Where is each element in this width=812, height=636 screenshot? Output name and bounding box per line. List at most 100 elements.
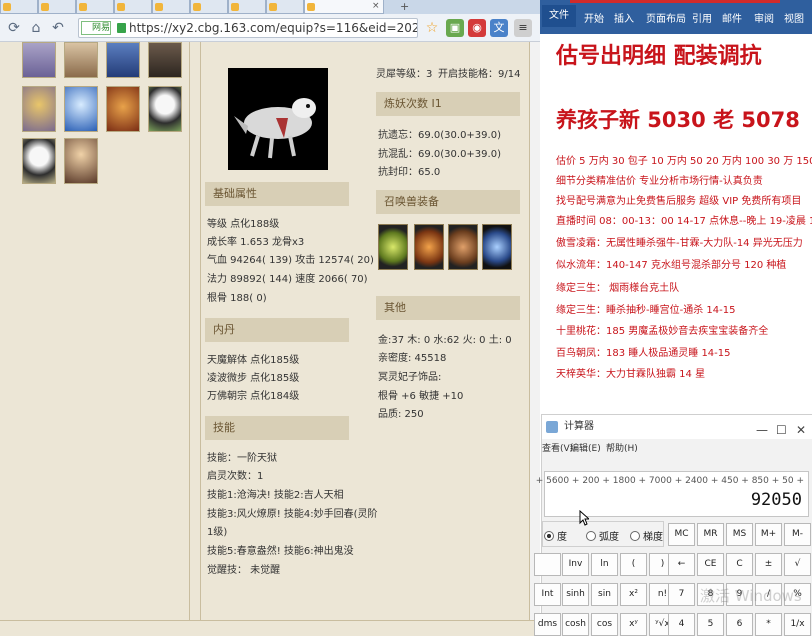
pet-extra-column: 灵犀等级：3 开启技能格：9/14 炼妖次数 I1 抗遗忘：69.0(30.0+… <box>368 42 530 620</box>
page-favicon-icon <box>307 3 315 11</box>
undo-close-icon[interactable]: ↶ <box>50 20 66 36</box>
star-icon[interactable]: ☆ <box>424 20 440 36</box>
pet-avatar[interactable] <box>148 86 182 132</box>
key-blank[interactable] <box>534 553 561 576</box>
key-sinh[interactable]: sinh <box>562 583 589 606</box>
key-5[interactable]: 5 <box>697 613 724 636</box>
calculator-expression: + 5600 + 200 + 1800 + 7000 + 2400 + 450 … <box>535 476 804 486</box>
page-content: 基础属性 等级 点化188级 成长率 1.653 龙骨x3 气血 94264( … <box>0 42 540 636</box>
page-favicon-icon <box>3 3 11 11</box>
equip-slot[interactable] <box>378 224 408 270</box>
pet-avatar[interactable] <box>106 86 140 132</box>
key-multiply[interactable]: * <box>755 613 782 636</box>
doc-line: 傲雪凌霜：无属性睡杀强牛-甘霖-大力队-14 异光无压力 <box>556 238 803 249</box>
equip-slot[interactable] <box>482 224 512 270</box>
ribbon-tab-insert[interactable]: 插入 <box>614 10 634 25</box>
browser-tab[interactable] <box>190 0 228 14</box>
key-ms[interactable]: MS <box>726 523 753 546</box>
key-square[interactable]: x² <box>620 583 647 606</box>
stat-line: 成长率 1.653 龙骨x3 <box>207 237 305 248</box>
pet-avatar[interactable] <box>22 42 56 78</box>
url-text[interactable]: https://xy2.cbg.163.com/equip?s=116&eid=… <box>129 21 417 36</box>
calculator-titlebar: 计算器 — ☐ ✕ <box>542 415 812 439</box>
menu-view[interactable]: 查看(V) <box>542 441 573 454</box>
key-plus-minus[interactable]: ± <box>755 553 782 576</box>
ribbon-tab-layout[interactable]: 页面布局 <box>646 10 686 25</box>
key-power[interactable]: xʸ <box>620 613 647 636</box>
ribbon-tab-home[interactable]: 开始 <box>584 10 604 25</box>
skill-line: 技能1:沧海决! 技能2:吉人天相 <box>207 490 344 501</box>
radio-gradian[interactable]: 梯度 <box>630 528 663 543</box>
radio-degree[interactable]: 度 <box>544 528 567 543</box>
key-sqrt[interactable]: √ <box>784 553 811 576</box>
pet-avatar[interactable] <box>64 138 98 184</box>
key-ln[interactable]: ln <box>591 553 618 576</box>
browser-tab[interactable] <box>0 0 38 14</box>
pet-avatar[interactable] <box>64 42 98 78</box>
home-icon[interactable]: ⌂ <box>28 20 44 36</box>
refresh-icon[interactable]: ⟳ <box>6 20 22 36</box>
key-reciprocal[interactable]: 1/x <box>784 613 811 636</box>
browser-tab[interactable] <box>114 0 152 14</box>
page-favicon-icon <box>155 3 163 11</box>
ribbon-tab-references[interactable]: 引用 <box>692 10 712 25</box>
key-ce[interactable]: CE <box>697 553 724 576</box>
pet-avatar[interactable] <box>64 86 98 132</box>
ribbon-tab-mailings[interactable]: 邮件 <box>722 10 742 25</box>
ribbon-tab-view[interactable]: 视图 <box>784 10 804 25</box>
radio-radian[interactable]: 弧度 <box>586 528 619 543</box>
section-header-skills: 技能 <box>205 416 349 440</box>
page-favicon-icon <box>193 3 201 11</box>
skill-line: 技能5:春意盎然! 技能6:神出鬼没 <box>207 546 354 557</box>
browser-tab[interactable] <box>152 0 190 14</box>
new-tab-icon[interactable]: + <box>400 0 409 13</box>
key-m-plus[interactable]: M+ <box>755 523 782 546</box>
resist-line: 抗遗忘：69.0(30.0+39.0) <box>378 130 501 141</box>
game-extension-icon[interactable]: ◉ <box>468 19 486 37</box>
address-bar[interactable]: 网易 https://xy2.cbg.163.com/equip?s=116&e… <box>78 18 418 38</box>
pet-avatar[interactable] <box>22 138 56 184</box>
file-tab[interactable]: 文件 <box>542 5 576 27</box>
equip-slot[interactable] <box>448 224 478 270</box>
equip-slot[interactable] <box>414 224 444 270</box>
key-backspace[interactable]: ← <box>668 553 695 576</box>
extension-icon[interactable]: ▣ <box>446 19 464 37</box>
key-7[interactable]: 7 <box>668 583 695 606</box>
browser-tab[interactable] <box>76 0 114 14</box>
key-mr[interactable]: MR <box>697 523 724 546</box>
ribbon-tab-review[interactable]: 审阅 <box>754 10 774 25</box>
key-m-minus[interactable]: M- <box>784 523 811 546</box>
key-c[interactable]: C <box>726 553 753 576</box>
browser-tab[interactable] <box>266 0 304 14</box>
document-body[interactable]: 估号出明细 配装调抗 养孩子新 5030 老 5078 估价 5 万内 30 包… <box>540 34 812 414</box>
radio-empty-icon <box>586 531 596 541</box>
key-mc[interactable]: MC <box>668 523 695 546</box>
menu-edit[interactable]: 编辑(E) <box>570 441 601 454</box>
key-dms[interactable]: dms <box>534 613 561 636</box>
calculator-icon <box>546 421 558 433</box>
browser-tab[interactable] <box>228 0 266 14</box>
key-open-paren[interactable]: ( <box>620 553 647 576</box>
pet-avatar[interactable] <box>106 42 140 78</box>
resist-line: 抗混乱：69.0(30.0+39.0) <box>378 149 501 160</box>
menu-icon[interactable]: ≡ <box>514 19 532 37</box>
close-tab-icon[interactable]: × <box>372 1 380 11</box>
menu-help[interactable]: 帮助(H) <box>606 441 638 454</box>
section-header-inner: 内丹 <box>205 318 349 342</box>
browser-tab[interactable] <box>38 0 76 14</box>
resist-line: 抗封印：65.0 <box>378 167 441 178</box>
key-cosh[interactable]: cosh <box>562 613 589 636</box>
calculator-result: 92050 <box>750 490 802 510</box>
translate-extension-icon[interactable]: 文 <box>490 19 508 37</box>
key-sin[interactable]: sin <box>591 583 618 606</box>
page-favicon-icon <box>231 3 239 11</box>
key-4[interactable]: 4 <box>668 613 695 636</box>
key-inv[interactable]: Inv <box>562 553 589 576</box>
doc-line: 估价 5 万内 30 包子 10 万内 50 20 万内 100 30 万 15… <box>556 156 812 167</box>
key-cos[interactable]: cos <box>591 613 618 636</box>
key-int[interactable]: Int <box>534 583 561 606</box>
pet-avatar[interactable] <box>148 42 182 78</box>
pet-avatar[interactable] <box>22 86 56 132</box>
page-scrollbar[interactable] <box>530 42 540 620</box>
key-6[interactable]: 6 <box>726 613 753 636</box>
